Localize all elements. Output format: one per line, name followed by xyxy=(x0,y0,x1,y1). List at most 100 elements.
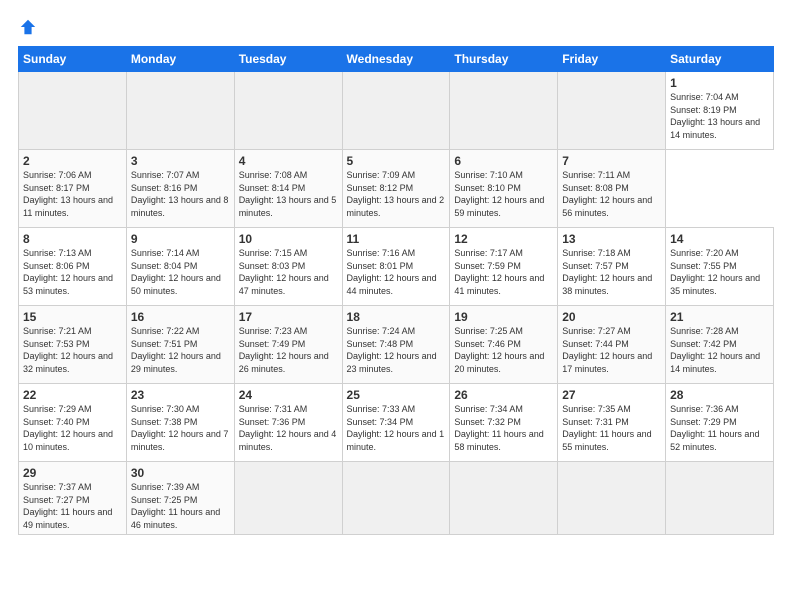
calendar-cell: 9Sunrise: 7:14 AMSunset: 8:04 PMDaylight… xyxy=(126,228,234,306)
day-info: Sunrise: 7:23 AMSunset: 7:49 PMDaylight:… xyxy=(239,325,338,375)
day-number: 6 xyxy=(454,154,553,168)
day-info: Sunrise: 7:20 AMSunset: 7:55 PMDaylight:… xyxy=(670,247,769,297)
day-number: 10 xyxy=(239,232,338,246)
day-number: 1 xyxy=(670,76,769,90)
day-number: 28 xyxy=(670,388,769,402)
calendar-cell: 28Sunrise: 7:36 AMSunset: 7:29 PMDayligh… xyxy=(666,384,774,462)
calendar-cell: 27Sunrise: 7:35 AMSunset: 7:31 PMDayligh… xyxy=(558,384,666,462)
day-number: 13 xyxy=(562,232,661,246)
day-info: Sunrise: 7:31 AMSunset: 7:36 PMDaylight:… xyxy=(239,403,338,453)
day-number: 29 xyxy=(23,466,122,480)
calendar-cell xyxy=(234,462,342,535)
calendar-cell: 10Sunrise: 7:15 AMSunset: 8:03 PMDayligh… xyxy=(234,228,342,306)
day-info: Sunrise: 7:16 AMSunset: 8:01 PMDaylight:… xyxy=(347,247,446,297)
calendar-cell xyxy=(558,72,666,150)
day-info: Sunrise: 7:11 AMSunset: 8:08 PMDaylight:… xyxy=(562,169,661,219)
calendar-cell: 4Sunrise: 7:08 AMSunset: 8:14 PMDaylight… xyxy=(234,150,342,228)
day-number: 3 xyxy=(131,154,230,168)
calendar-cell xyxy=(126,72,234,150)
day-info: Sunrise: 7:14 AMSunset: 8:04 PMDaylight:… xyxy=(131,247,230,297)
calendar-cell: 19Sunrise: 7:25 AMSunset: 7:46 PMDayligh… xyxy=(450,306,558,384)
day-info: Sunrise: 7:35 AMSunset: 7:31 PMDaylight:… xyxy=(562,403,661,453)
calendar-cell: 1Sunrise: 7:04 AMSunset: 8:19 PMDaylight… xyxy=(666,72,774,150)
calendar-week-row: 1Sunrise: 7:04 AMSunset: 8:19 PMDaylight… xyxy=(19,72,774,150)
day-info: Sunrise: 7:39 AMSunset: 7:25 PMDaylight:… xyxy=(131,481,230,531)
day-number: 30 xyxy=(131,466,230,480)
header xyxy=(18,18,774,36)
day-info: Sunrise: 7:34 AMSunset: 7:32 PMDaylight:… xyxy=(454,403,553,453)
day-number: 20 xyxy=(562,310,661,324)
day-number: 25 xyxy=(347,388,446,402)
day-info: Sunrise: 7:08 AMSunset: 8:14 PMDaylight:… xyxy=(239,169,338,219)
logo-icon xyxy=(19,18,37,36)
calendar-header-cell: Monday xyxy=(126,47,234,72)
day-number: 21 xyxy=(670,310,769,324)
calendar-cell xyxy=(666,462,774,535)
calendar-cell: 22Sunrise: 7:29 AMSunset: 7:40 PMDayligh… xyxy=(19,384,127,462)
day-info: Sunrise: 7:09 AMSunset: 8:12 PMDaylight:… xyxy=(347,169,446,219)
day-info: Sunrise: 7:04 AMSunset: 8:19 PMDaylight:… xyxy=(670,91,769,141)
day-number: 16 xyxy=(131,310,230,324)
calendar-cell xyxy=(234,72,342,150)
calendar-cell: 3Sunrise: 7:07 AMSunset: 8:16 PMDaylight… xyxy=(126,150,234,228)
day-info: Sunrise: 7:29 AMSunset: 7:40 PMDaylight:… xyxy=(23,403,122,453)
day-info: Sunrise: 7:28 AMSunset: 7:42 PMDaylight:… xyxy=(670,325,769,375)
calendar-body: 1Sunrise: 7:04 AMSunset: 8:19 PMDaylight… xyxy=(19,72,774,535)
day-number: 22 xyxy=(23,388,122,402)
calendar-cell: 14Sunrise: 7:20 AMSunset: 7:55 PMDayligh… xyxy=(666,228,774,306)
calendar-week-row: 22Sunrise: 7:29 AMSunset: 7:40 PMDayligh… xyxy=(19,384,774,462)
calendar-cell: 20Sunrise: 7:27 AMSunset: 7:44 PMDayligh… xyxy=(558,306,666,384)
day-info: Sunrise: 7:10 AMSunset: 8:10 PMDaylight:… xyxy=(454,169,553,219)
calendar-cell xyxy=(450,462,558,535)
day-info: Sunrise: 7:27 AMSunset: 7:44 PMDaylight:… xyxy=(562,325,661,375)
day-info: Sunrise: 7:17 AMSunset: 7:59 PMDaylight:… xyxy=(454,247,553,297)
day-number: 14 xyxy=(670,232,769,246)
day-number: 26 xyxy=(454,388,553,402)
calendar-header-cell: Thursday xyxy=(450,47,558,72)
day-info: Sunrise: 7:22 AMSunset: 7:51 PMDaylight:… xyxy=(131,325,230,375)
calendar-cell: 5Sunrise: 7:09 AMSunset: 8:12 PMDaylight… xyxy=(342,150,450,228)
calendar-week-row: 15Sunrise: 7:21 AMSunset: 7:53 PMDayligh… xyxy=(19,306,774,384)
calendar-cell: 21Sunrise: 7:28 AMSunset: 7:42 PMDayligh… xyxy=(666,306,774,384)
day-info: Sunrise: 7:37 AMSunset: 7:27 PMDaylight:… xyxy=(23,481,122,531)
calendar-week-row: 8Sunrise: 7:13 AMSunset: 8:06 PMDaylight… xyxy=(19,228,774,306)
day-info: Sunrise: 7:18 AMSunset: 7:57 PMDaylight:… xyxy=(562,247,661,297)
calendar-cell xyxy=(450,72,558,150)
calendar-header-cell: Tuesday xyxy=(234,47,342,72)
day-number: 19 xyxy=(454,310,553,324)
day-number: 18 xyxy=(347,310,446,324)
day-info: Sunrise: 7:33 AMSunset: 7:34 PMDaylight:… xyxy=(347,403,446,453)
day-info: Sunrise: 7:15 AMSunset: 8:03 PMDaylight:… xyxy=(239,247,338,297)
calendar-cell: 29Sunrise: 7:37 AMSunset: 7:27 PMDayligh… xyxy=(19,462,127,535)
calendar-cell: 26Sunrise: 7:34 AMSunset: 7:32 PMDayligh… xyxy=(450,384,558,462)
calendar-cell xyxy=(558,462,666,535)
day-number: 7 xyxy=(562,154,661,168)
calendar-header-cell: Friday xyxy=(558,47,666,72)
day-number: 5 xyxy=(347,154,446,168)
day-info: Sunrise: 7:25 AMSunset: 7:46 PMDaylight:… xyxy=(454,325,553,375)
day-info: Sunrise: 7:24 AMSunset: 7:48 PMDaylight:… xyxy=(347,325,446,375)
day-info: Sunrise: 7:36 AMSunset: 7:29 PMDaylight:… xyxy=(670,403,769,453)
calendar-cell: 8Sunrise: 7:13 AMSunset: 8:06 PMDaylight… xyxy=(19,228,127,306)
calendar-cell: 30Sunrise: 7:39 AMSunset: 7:25 PMDayligh… xyxy=(126,462,234,535)
calendar-cell: 25Sunrise: 7:33 AMSunset: 7:34 PMDayligh… xyxy=(342,384,450,462)
logo xyxy=(18,18,38,36)
calendar-cell: 18Sunrise: 7:24 AMSunset: 7:48 PMDayligh… xyxy=(342,306,450,384)
calendar-cell xyxy=(342,462,450,535)
calendar-cell: 16Sunrise: 7:22 AMSunset: 7:51 PMDayligh… xyxy=(126,306,234,384)
calendar-header-cell: Wednesday xyxy=(342,47,450,72)
day-number: 15 xyxy=(23,310,122,324)
day-number: 24 xyxy=(239,388,338,402)
logo-text xyxy=(18,18,38,36)
calendar-cell xyxy=(19,72,127,150)
calendar-table: SundayMondayTuesdayWednesdayThursdayFrid… xyxy=(18,46,774,535)
day-number: 27 xyxy=(562,388,661,402)
calendar-header-cell: Sunday xyxy=(19,47,127,72)
calendar-cell: 17Sunrise: 7:23 AMSunset: 7:49 PMDayligh… xyxy=(234,306,342,384)
day-number: 8 xyxy=(23,232,122,246)
day-info: Sunrise: 7:21 AMSunset: 7:53 PMDaylight:… xyxy=(23,325,122,375)
day-info: Sunrise: 7:13 AMSunset: 8:06 PMDaylight:… xyxy=(23,247,122,297)
calendar-cell: 7Sunrise: 7:11 AMSunset: 8:08 PMDaylight… xyxy=(558,150,666,228)
calendar-header-row: SundayMondayTuesdayWednesdayThursdayFrid… xyxy=(19,47,774,72)
day-number: 11 xyxy=(347,232,446,246)
